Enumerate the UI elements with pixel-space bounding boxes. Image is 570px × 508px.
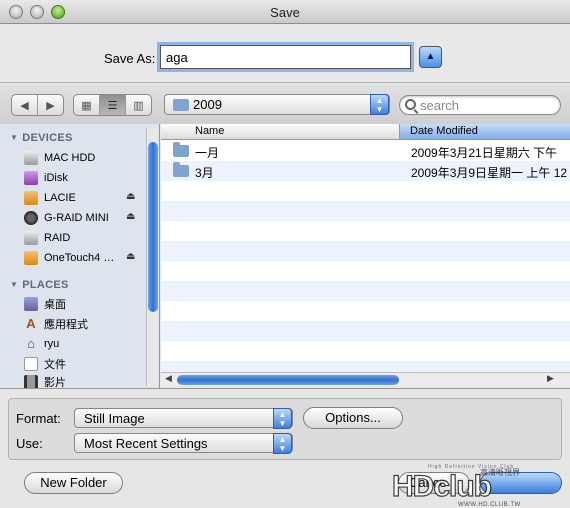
empty-row: [161, 361, 570, 372]
movies-icon: [24, 375, 38, 388]
eject-icon[interactable]: ⏏: [126, 251, 135, 262]
popup-arrows-icon: ▲ ▼: [370, 94, 389, 115]
eject-icon[interactable]: ⏏: [126, 211, 135, 222]
sidebar-item-raid[interactable]: RAID: [24, 229, 144, 247]
external-drive-icon: [24, 211, 38, 225]
collapse-dialog-button[interactable]: ▲: [419, 46, 442, 68]
empty-row: [161, 281, 570, 301]
search-placeholder: search: [420, 98, 460, 113]
column-view-button[interactable]: ▥: [126, 95, 151, 115]
use-popup[interactable]: Most Recent Settings ▲ ▼: [74, 433, 293, 454]
desktop-icon: [24, 297, 38, 311]
popup-arrows-icon: ▲ ▼: [273, 433, 292, 454]
list-view-button[interactable]: ☰: [100, 95, 126, 115]
list-item[interactable]: 3月 2009年3月9日星期一 上午 12: [161, 161, 570, 181]
external-drive-icon: [24, 191, 38, 205]
format-label: Format:: [16, 411, 61, 426]
back-button[interactable]: ◀: [12, 95, 38, 115]
watermark-url: WWW.HD.CLUB.TW: [458, 502, 521, 508]
empty-row: [161, 241, 570, 261]
empty-row: [161, 221, 570, 241]
scroll-right-icon[interactable]: ▶: [547, 373, 554, 384]
documents-icon: [24, 357, 38, 371]
sidebar-item-desktop[interactable]: 桌面: [24, 295, 144, 313]
list-header: Name Date Modified: [161, 124, 570, 140]
hard-drive-icon: [24, 231, 38, 245]
sidebar-item-movies[interactable]: 影片: [24, 373, 144, 388]
eject-icon[interactable]: ⏏: [126, 191, 135, 202]
empty-row: [161, 321, 570, 341]
column-view-icon: ▥: [133, 99, 144, 112]
applications-icon: A: [26, 316, 36, 331]
folder-location-popup[interactable]: 2009 ▲ ▼: [164, 94, 390, 115]
options-button[interactable]: Options...: [303, 407, 403, 429]
sidebar-scrollbar[interactable]: [146, 128, 158, 386]
sidebar: ▼ DEVICES MAC HDD iDisk LACIE ⏏ G-RAID MI…: [0, 124, 160, 388]
arrow-right-icon: ▶: [46, 99, 55, 112]
use-label: Use:: [16, 436, 43, 451]
empty-row: [161, 261, 570, 281]
search-icon: [405, 99, 416, 110]
search-field[interactable]: search: [399, 95, 561, 115]
horizontal-scrollbar[interactable]: ◀ ▶: [161, 372, 570, 386]
window-title: Save: [270, 5, 300, 20]
idisk-icon: [24, 171, 38, 185]
devices-header[interactable]: ▼ DEVICES: [10, 132, 73, 144]
hdclub-watermark: High Definition Vision Club 高清晰視界 HDclub…: [391, 464, 521, 508]
sidebar-scroll-thumb[interactable]: [148, 142, 158, 312]
save-as-input[interactable]: [160, 45, 411, 69]
empty-row: [161, 341, 570, 361]
hard-drive-icon: [24, 151, 38, 165]
format-popup[interactable]: Still Image ▲ ▼: [74, 408, 293, 429]
file-list: Name Date Modified 一月 2009年3月21日星期六 下午 3…: [161, 124, 570, 372]
disclosure-triangle-icon: ▼: [10, 280, 19, 289]
scroll-left-icon[interactable]: ◀: [165, 373, 172, 384]
back-forward-control: ◀ ▶: [11, 94, 64, 116]
new-folder-button[interactable]: New Folder: [24, 472, 123, 494]
popup-arrows-icon: ▲ ▼: [273, 408, 292, 429]
sidebar-item-idisk[interactable]: iDisk: [24, 169, 144, 187]
list-item[interactable]: 一月 2009年3月21日星期六 下午: [161, 141, 570, 161]
external-drive-icon: [24, 251, 38, 265]
current-folder-name: 2009: [193, 97, 222, 112]
home-icon: ⌂: [27, 336, 35, 351]
list-view-icon: ☰: [107, 99, 118, 112]
column-header-name[interactable]: Name: [195, 125, 224, 137]
icon-view-icon: ▦: [81, 99, 92, 112]
view-mode-control: ▦ ☰ ▥: [73, 94, 152, 116]
folder-icon: [173, 99, 189, 111]
sidebar-item-mac-hdd[interactable]: MAC HDD: [24, 149, 144, 167]
column-header-date-modified[interactable]: Date Modified: [399, 124, 570, 139]
folder-icon: [173, 162, 189, 177]
places-header[interactable]: ▼ PLACES: [10, 279, 69, 291]
save-as-label: Save As:: [104, 51, 156, 66]
forward-button[interactable]: ▶: [38, 95, 63, 115]
empty-row: [161, 181, 570, 201]
watermark-brand: HDclub: [392, 470, 492, 503]
empty-row: [161, 301, 570, 321]
arrow-left-icon: ◀: [20, 99, 29, 112]
title-bar: Save: [0, 0, 570, 24]
sidebar-item-home[interactable]: ⌂ ryu: [24, 335, 144, 353]
sidebar-item-applications[interactable]: A 應用程式: [24, 315, 144, 333]
horizontal-scroll-thumb[interactable]: [177, 375, 399, 385]
sidebar-item-documents[interactable]: 文件: [24, 355, 144, 373]
folder-icon: [173, 142, 189, 157]
disclosure-triangle-icon: ▼: [10, 133, 19, 142]
triangle-up-icon: ▲: [425, 51, 436, 62]
icon-view-button[interactable]: ▦: [74, 95, 100, 115]
empty-row: [161, 201, 570, 221]
